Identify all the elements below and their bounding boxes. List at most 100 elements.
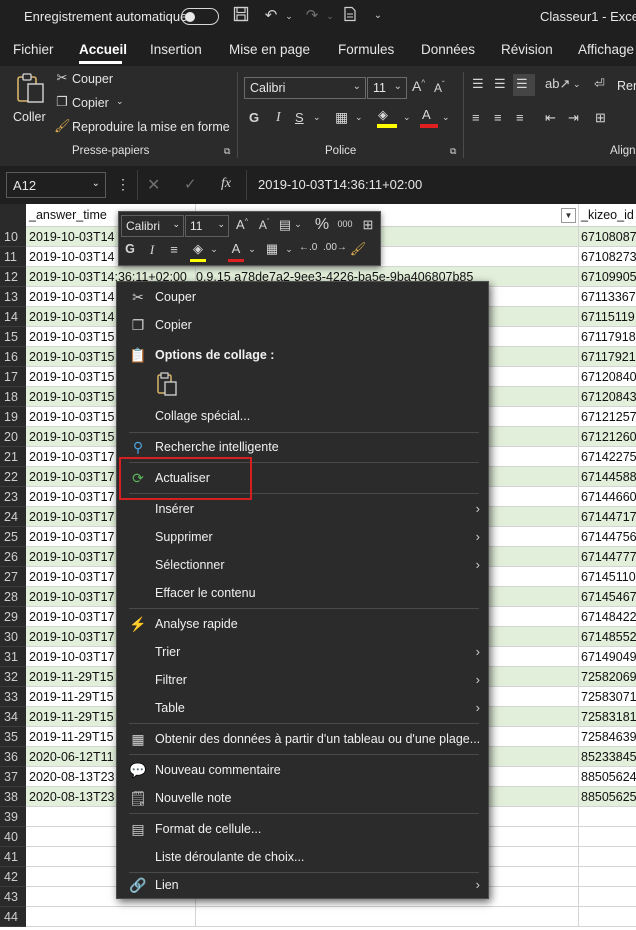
menu-item-format-cells[interactable]: ▤ Format de cellule... (117, 815, 488, 843)
row-header[interactable]: 20 (0, 427, 26, 447)
cell-kizeo-id[interactable]: 67121257 (578, 407, 636, 427)
cell-kizeo-id[interactable]: 67144717 (578, 507, 636, 527)
tab-affichage[interactable]: Affichage (578, 42, 634, 57)
menu-item-select[interactable]: Sélectionner › (117, 551, 488, 579)
align-right-icon[interactable]: ≡ (516, 110, 524, 125)
menu-item-cut[interactable]: ✂ Couper (117, 283, 488, 311)
tab-mise-en-page[interactable]: Mise en page (229, 42, 310, 57)
row-header[interactable]: 19 (0, 407, 26, 427)
enter-icon[interactable]: ✓ (184, 175, 197, 193)
cell[interactable] (196, 907, 578, 927)
redo-dropdown-icon[interactable]: ⌄ (320, 6, 340, 26)
cell-kizeo-id[interactable] (578, 867, 636, 887)
cell-kizeo-id[interactable]: 67120843 (578, 387, 636, 407)
row-header[interactable]: 40 (0, 827, 26, 847)
save-icon[interactable] (231, 6, 251, 26)
mini-format-painter-icon[interactable]: 🖌 (349, 241, 367, 257)
menu-item-link[interactable]: 🔗 Lien › (117, 871, 488, 899)
filter-dropdown-icon[interactable]: ▼ (561, 208, 576, 223)
mini-bold-button[interactable]: G (121, 242, 139, 256)
wrap-text-icon[interactable]: ⏎ (594, 76, 605, 92)
row-header[interactable]: 34 (0, 707, 26, 727)
cell-kizeo-id[interactable] (578, 907, 636, 927)
menu-item-table[interactable]: Table › (117, 694, 488, 722)
cell-kizeo-id[interactable]: 67115119 (578, 307, 636, 327)
row-header[interactable]: 14 (0, 307, 26, 327)
underline-button[interactable]: S (295, 110, 304, 125)
font-name-select[interactable]: Calibri ⌄ (244, 77, 366, 99)
cell-kizeo-id[interactable] (578, 887, 636, 907)
mini-increase-decimal-icon[interactable]: ←.0 (299, 242, 317, 253)
name-box[interactable]: A12 ⌄ (6, 172, 106, 198)
row-header[interactable]: 37 (0, 767, 26, 787)
underline-dropdown-icon[interactable]: ⌄ (313, 112, 321, 123)
cancel-icon[interactable]: ✕ (147, 175, 160, 195)
decrease-indent-icon[interactable]: ⇤ (545, 110, 556, 126)
more-options-icon[interactable]: ⋮ (116, 176, 130, 193)
row-header[interactable]: 32 (0, 667, 26, 687)
align-left-icon[interactable]: ≡ (472, 110, 480, 125)
font-size-select[interactable]: 11 ⌄ (367, 77, 407, 99)
row-header[interactable]: 11 (0, 247, 26, 267)
copy-button[interactable]: Copier (72, 96, 109, 110)
paste-button[interactable]: Coller (10, 70, 50, 126)
merge-icon[interactable]: ⊞ (595, 110, 606, 126)
cell-kizeo-id[interactable]: 67108273 (578, 247, 636, 267)
row-header[interactable]: 16 (0, 347, 26, 367)
customize-icon[interactable]: ⌄ (368, 6, 388, 26)
row-header[interactable]: 28 (0, 587, 26, 607)
insert-function-button[interactable]: fx (221, 176, 231, 192)
tab-accueil[interactable]: Accueil (79, 42, 127, 57)
menu-item-new-note[interactable]: 🗒 Nouvelle note (117, 784, 488, 812)
wrap-text-label[interactable]: Ren (617, 79, 636, 93)
cell-kizeo-id[interactable]: 67117918 (578, 327, 636, 347)
row-header[interactable]: 38 (0, 787, 26, 807)
cell-kizeo-id[interactable]: 67120840 (578, 367, 636, 387)
mini-number-format-dropdown-icon[interactable]: ⌄ (289, 219, 307, 230)
tab-fichier[interactable]: Fichier (13, 42, 54, 57)
row-header[interactable]: 42 (0, 867, 26, 887)
column-header-kizeo-id[interactable]: _kizeo_id (578, 204, 636, 227)
cell-kizeo-id[interactable]: 67145467 (578, 587, 636, 607)
row-header[interactable]: 27 (0, 567, 26, 587)
paste-option-button[interactable] (155, 371, 179, 397)
row-header[interactable]: 25 (0, 527, 26, 547)
mini-increase-font-icon[interactable]: A^ (233, 217, 251, 232)
tab-formules[interactable]: Formules (338, 42, 394, 57)
row-header[interactable]: 31 (0, 647, 26, 667)
mini-decrease-font-icon[interactable]: Aˇ (255, 218, 273, 232)
mini-percent-button[interactable]: % (313, 216, 331, 234)
align-top-icon[interactable]: ☰ (472, 76, 484, 92)
cell-kizeo-id[interactable]: 67142275 (578, 447, 636, 467)
align-middle-icon[interactable]: ☰ (494, 76, 506, 92)
row-header[interactable]: 41 (0, 847, 26, 867)
menu-item-clear-contents[interactable]: Effacer le contenu (117, 579, 488, 607)
row-header[interactable]: 23 (0, 487, 26, 507)
row-header[interactable]: 24 (0, 507, 26, 527)
row-header[interactable]: 21 (0, 447, 26, 467)
menu-item-paste-special[interactable]: Collage spécial... (117, 402, 488, 430)
row-header[interactable]: 18 (0, 387, 26, 407)
align-center-icon[interactable]: ≡ (494, 110, 502, 125)
clipboard-launcher-icon[interactable]: ⧉ (224, 146, 230, 157)
menu-item-quick-analysis[interactable]: ⚡ Analyse rapide (117, 610, 488, 638)
row-header[interactable]: 33 (0, 687, 26, 707)
cell-kizeo-id[interactable]: 67144588 (578, 467, 636, 487)
tab-donnees[interactable]: Données (421, 42, 475, 57)
tab-insertion[interactable]: Insertion (150, 42, 202, 57)
row-header[interactable]: 13 (0, 287, 26, 307)
increase-font-icon[interactable]: A^ (412, 78, 425, 94)
row-header[interactable]: 44 (0, 907, 26, 927)
cell-answer-time[interactable] (26, 907, 196, 927)
mini-thousands-button[interactable]: 000 (334, 219, 356, 229)
cell-kizeo-id[interactable]: 67148552 (578, 627, 636, 647)
orientation-icon[interactable]: ab↗ (545, 76, 570, 92)
row-header[interactable]: 12 (0, 267, 26, 287)
row-header[interactable]: 35 (0, 727, 26, 747)
increase-indent-icon[interactable]: ⇥ (568, 110, 579, 126)
row-header[interactable]: 17 (0, 367, 26, 387)
borders-icon[interactable]: ▦ (335, 109, 348, 126)
mini-font-name-select[interactable]: Calibri ⌄ (121, 215, 184, 237)
mini-italic-button[interactable]: I (143, 242, 161, 258)
menu-item-filter[interactable]: Filtrer › (117, 666, 488, 694)
